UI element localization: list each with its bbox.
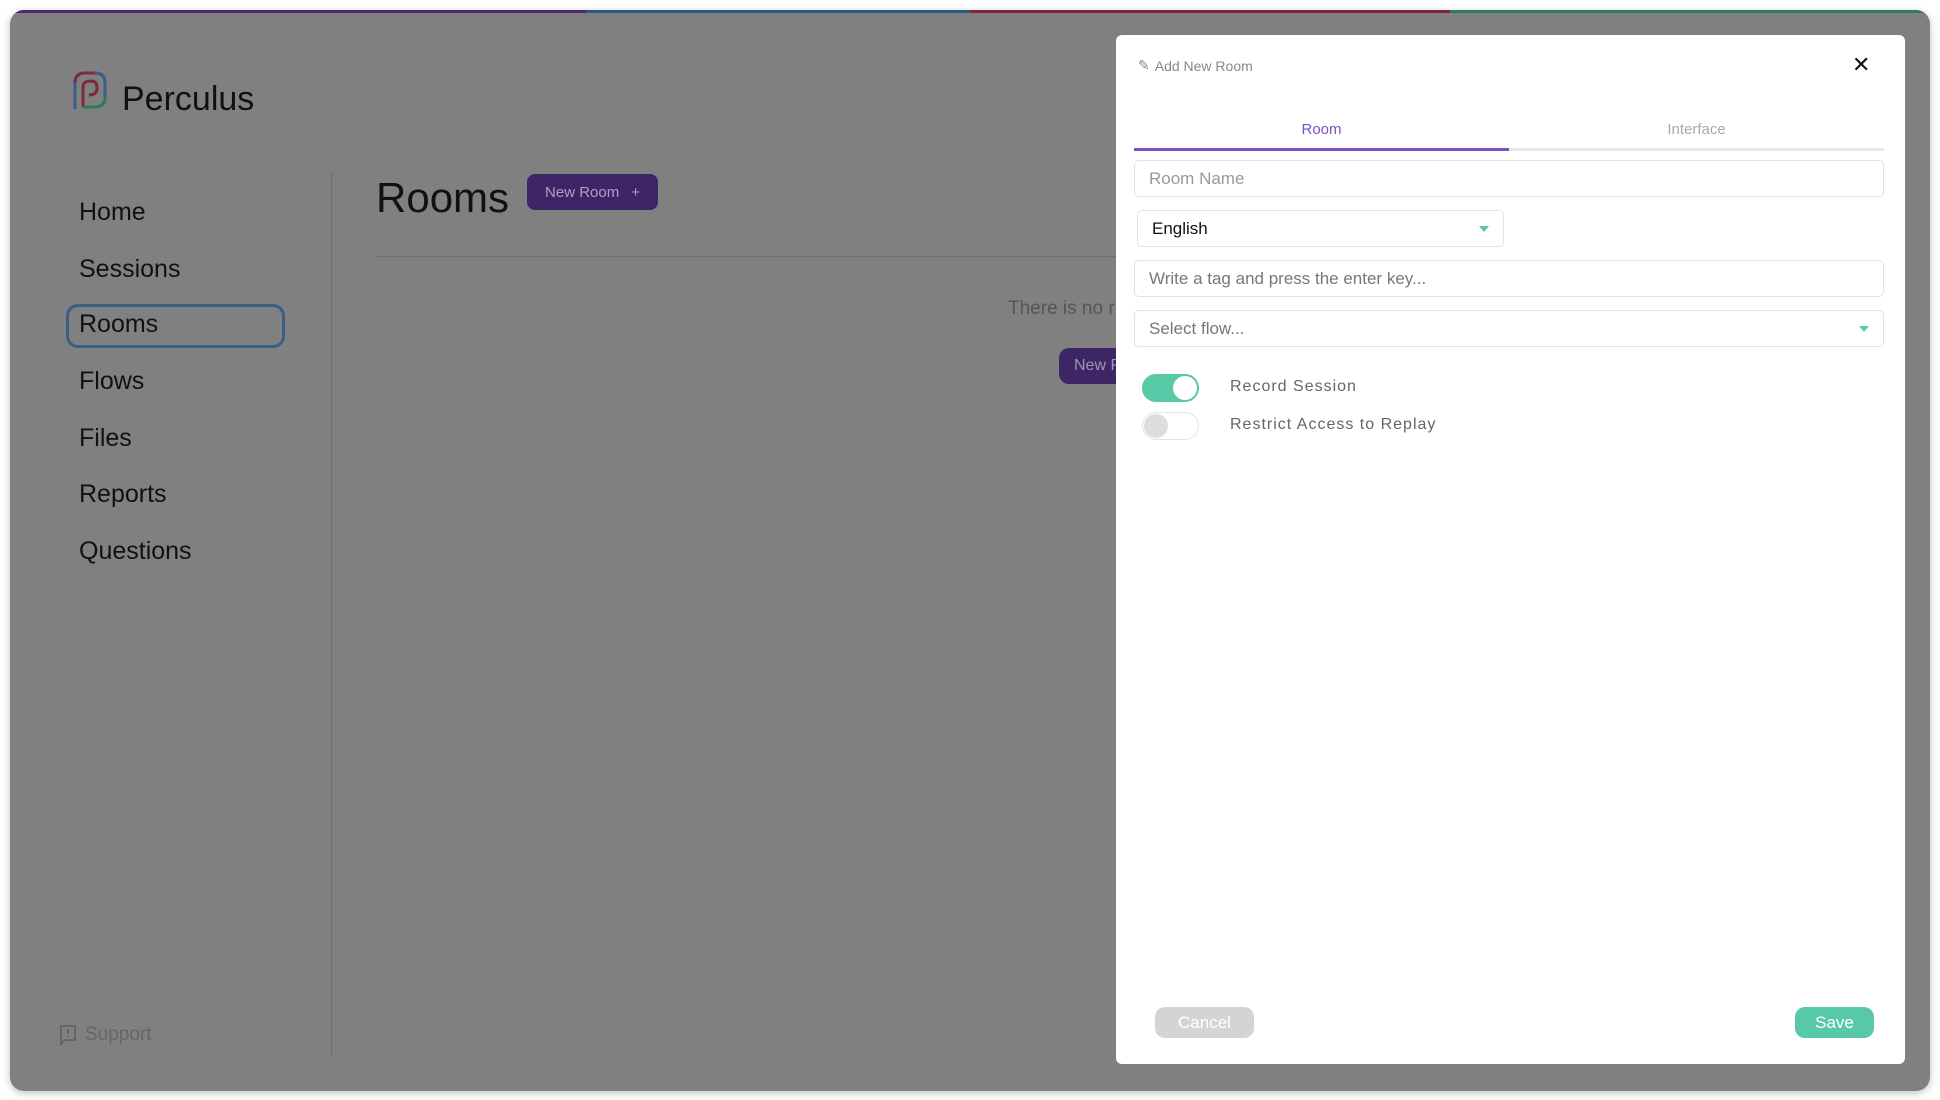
page-title: Rooms [376, 174, 510, 221]
add-room-modal: ✎ Add New Room ✕ Room Interface Room Nam… [1116, 35, 1905, 1064]
top-gradient-bar [10, 10, 1930, 13]
tag-input[interactable]: Write a tag and press the enter key... [1134, 260, 1884, 297]
plus-icon: + [631, 183, 640, 201]
empty-state-text: There is no r [1008, 298, 1115, 319]
pencil-icon: ✎ [1138, 57, 1150, 73]
new-room-button[interactable]: New Room + [527, 174, 658, 210]
modal-tabs: Room Interface [1134, 115, 1884, 151]
save-button[interactable]: Save [1795, 1007, 1874, 1038]
modal-title-text: Add New Room [1154, 57, 1253, 74]
record-session-label: Record Session [1230, 378, 1357, 395]
modal-title: ✎ Add New Room [1138, 57, 1253, 74]
perculus-logo [73, 71, 107, 109]
close-icon[interactable]: ✕ [1852, 52, 1870, 78]
language-select[interactable]: English [1137, 210, 1504, 247]
app-window: Perculus Home Sessions Rooms Flows Files… [10, 10, 1930, 1091]
tab-interface[interactable]: Interface [1509, 115, 1884, 148]
sidebar-item-reports[interactable]: Reports [79, 480, 167, 509]
room-name-input[interactable]: Room Name [1134, 160, 1884, 197]
new-room-label: New Room [545, 183, 620, 201]
sidebar-item-flows[interactable]: Flows [79, 367, 144, 396]
flow-placeholder: Select flow... [1149, 318, 1245, 338]
restrict-replay-label: Restrict Access to Replay [1230, 416, 1437, 433]
sidebar-divider [331, 171, 332, 1055]
tab-room[interactable]: Room [1134, 115, 1509, 151]
sidebar-item-sessions[interactable]: Sessions [79, 255, 180, 284]
brand-name: Perculus [122, 80, 255, 118]
support-label: Support [85, 1024, 152, 1045]
flow-select[interactable]: Select flow... [1134, 310, 1884, 347]
chevron-down-icon [1479, 225, 1489, 232]
header-divider [376, 256, 1176, 257]
chevron-down-icon [1859, 325, 1869, 332]
record-session-toggle[interactable] [1142, 374, 1199, 402]
sidebar-item-files[interactable]: Files [79, 424, 132, 453]
restrict-replay-toggle[interactable] [1142, 412, 1199, 440]
support-link[interactable]: Support [59, 1024, 152, 1046]
sidebar-item-home[interactable]: Home [79, 198, 146, 227]
sidebar-item-rooms[interactable]: Rooms [79, 310, 158, 339]
language-value: English [1152, 218, 1208, 238]
support-icon [60, 1025, 76, 1046]
sidebar-item-questions[interactable]: Questions [79, 537, 192, 566]
cancel-button[interactable]: Cancel [1155, 1007, 1254, 1038]
